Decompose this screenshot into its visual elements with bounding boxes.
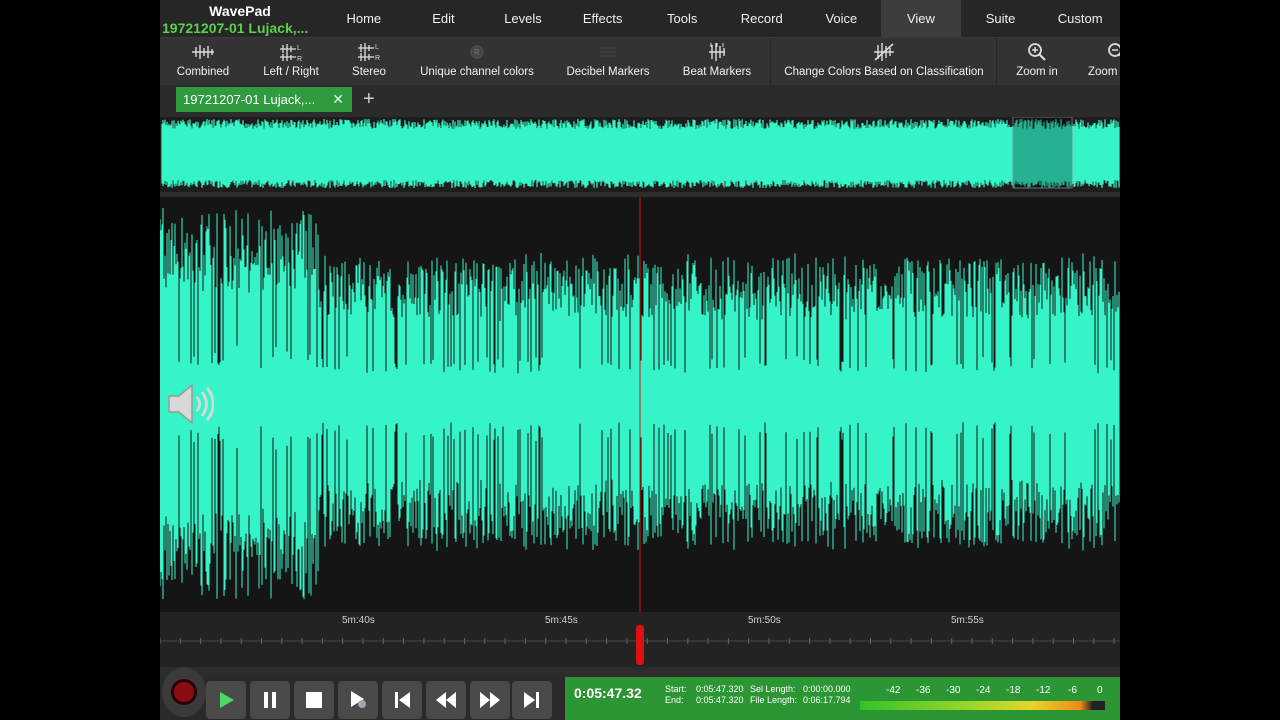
pause-button[interactable] (250, 681, 290, 719)
stereo-label: Stereo (352, 66, 386, 78)
meter-label: -36 (916, 685, 931, 696)
file-length-label: File Length: (750, 695, 798, 705)
close-tab-icon[interactable]: ✕ (332, 87, 344, 112)
change-colors-classification-button[interactable]: Change Colors Based on Classification (770, 38, 997, 86)
left-right-label: Left / Right (263, 66, 319, 78)
fast-forward-icon (480, 692, 500, 708)
rewind-button[interactable] (426, 681, 466, 719)
menu-custom[interactable]: Custom (1040, 0, 1120, 37)
combined-button[interactable]: Combined (171, 38, 235, 86)
current-time: 0:05:47.32 (574, 685, 642, 701)
svg-text:L: L (297, 45, 301, 52)
file-tab-label: 19721207-01 Lujack,... (183, 92, 316, 107)
menu-voice[interactable]: Voice (802, 0, 882, 37)
combined-wave-icon (192, 45, 214, 59)
app-name: WavePad (209, 3, 271, 19)
beat-markers-icon (709, 43, 725, 61)
pause-icon (264, 692, 276, 708)
menu-edit[interactable]: Edit (404, 0, 484, 37)
level-meter: -42 -36 -30 -24 -18 -12 -6 0 (860, 685, 1108, 713)
decibel-markers-button[interactable]: Decibel Markers (560, 38, 656, 86)
scrub-play-icon (351, 691, 366, 708)
record-button[interactable] (162, 667, 206, 717)
combined-label: Combined (176, 66, 230, 78)
fast-forward-button[interactable] (470, 681, 510, 719)
skip-forward-icon (524, 692, 539, 708)
zoom-in-label: Zoom in (1016, 66, 1058, 78)
svg-text:R: R (474, 48, 480, 57)
main-menu: Home Edit Levels Effects Tools Record Vo… (324, 0, 1120, 37)
menu-tools[interactable]: Tools (642, 0, 722, 37)
meter-label: -42 (886, 685, 901, 696)
view-ribbon: Combined LR Left / Right LR Stereo R Uni… (160, 37, 1120, 86)
scrub-play-button[interactable] (338, 681, 378, 719)
beat-markers-button[interactable]: Beat Markers (680, 38, 754, 86)
meter-label: -6 (1068, 685, 1077, 696)
meter-label: -30 (946, 685, 961, 696)
menu-effects[interactable]: Effects (563, 0, 643, 37)
zoom-out-label: Zoom (1088, 66, 1118, 78)
menu-home[interactable]: Home (324, 0, 404, 37)
menu-view[interactable]: View (881, 0, 961, 37)
timeline-ruler[interactable]: 5m:40s 5m:45s 5m:50s 5m:55s (160, 612, 1120, 667)
zoom-out-icon (1108, 43, 1120, 57)
meter-label: -12 (1036, 685, 1051, 696)
beat-markers-label: Beat Markers (682, 66, 752, 78)
file-name: 19721207-01 Lujack,... (162, 20, 309, 36)
color-channel-icon: R (470, 45, 484, 59)
stereo-wave-icon: LR (358, 43, 380, 62)
file-tab[interactable]: 19721207-01 Lujack,... ✕ (176, 87, 352, 112)
main-wave-svg (160, 197, 1120, 612)
left-right-button[interactable]: LR Left / Right (259, 38, 323, 86)
stop-icon (306, 692, 322, 708)
svg-text:R: R (375, 55, 380, 62)
end-value: 0:05:47.320 (696, 695, 744, 705)
go-to-end-button[interactable] (512, 681, 552, 719)
menu-levels[interactable]: Levels (483, 0, 563, 37)
zoom-out-button[interactable]: Zoom (1088, 38, 1120, 86)
speaker-icon[interactable] (166, 381, 215, 432)
play-icon (220, 692, 234, 708)
overview-waveform[interactable] (160, 116, 1120, 192)
record-icon (171, 679, 197, 705)
file-tab-bar: 19721207-01 Lujack,... ✕ + (160, 85, 1120, 116)
svg-text:R: R (297, 56, 302, 62)
classification-icon (874, 43, 894, 61)
add-tab-button[interactable]: + (363, 88, 375, 111)
stereo-button[interactable]: LR Stereo (343, 38, 395, 86)
level-meter-bar (860, 701, 1105, 710)
rewind-icon (436, 692, 456, 708)
menu-suite[interactable]: Suite (961, 0, 1041, 37)
zoom-in-button[interactable]: Zoom in (996, 38, 1077, 86)
overview-wave-svg (161, 116, 1120, 189)
sel-length-value: 0:00:00.000 (803, 684, 851, 694)
svg-text:L: L (375, 44, 379, 51)
meter-label: 0 (1097, 685, 1103, 696)
title-menu-bar: WavePad 19721207-01 Lujack,... Home Edit… (160, 0, 1120, 37)
unique-channel-colors-label: Unique channel colors (420, 66, 534, 78)
unique-channel-colors-button[interactable]: R Unique channel colors (418, 38, 536, 86)
meter-label: -24 (976, 685, 991, 696)
decibel-markers-label: Decibel Markers (566, 66, 650, 78)
main-waveform[interactable] (160, 197, 1120, 612)
playhead-marker[interactable] (636, 625, 644, 665)
go-to-start-button[interactable] (382, 681, 422, 719)
start-value: 0:05:47.320 (696, 684, 744, 694)
wavepad-window: WavePad 19721207-01 Lujack,... Home Edit… (160, 0, 1120, 720)
zoom-in-icon (1028, 43, 1046, 61)
stop-button[interactable] (294, 681, 334, 719)
ruler-ticks (160, 625, 1120, 665)
change-colors-classification-label: Change Colors Based on Classification (784, 66, 984, 78)
left-right-wave-icon: LR (280, 44, 302, 62)
decibel-icon (600, 47, 616, 57)
sel-length-label: Sel Length: (750, 684, 796, 694)
end-label: End: (665, 695, 684, 705)
skip-back-icon (395, 692, 410, 708)
start-label: Start: (665, 684, 687, 694)
status-panel: 0:05:47.32 Start: 0:05:47.320 End: 0:05:… (565, 677, 1120, 720)
play-button[interactable] (206, 681, 246, 719)
menu-record[interactable]: Record (722, 0, 802, 37)
meter-label: -18 (1006, 685, 1021, 696)
file-length-value: 0:06:17.794 (803, 695, 851, 705)
